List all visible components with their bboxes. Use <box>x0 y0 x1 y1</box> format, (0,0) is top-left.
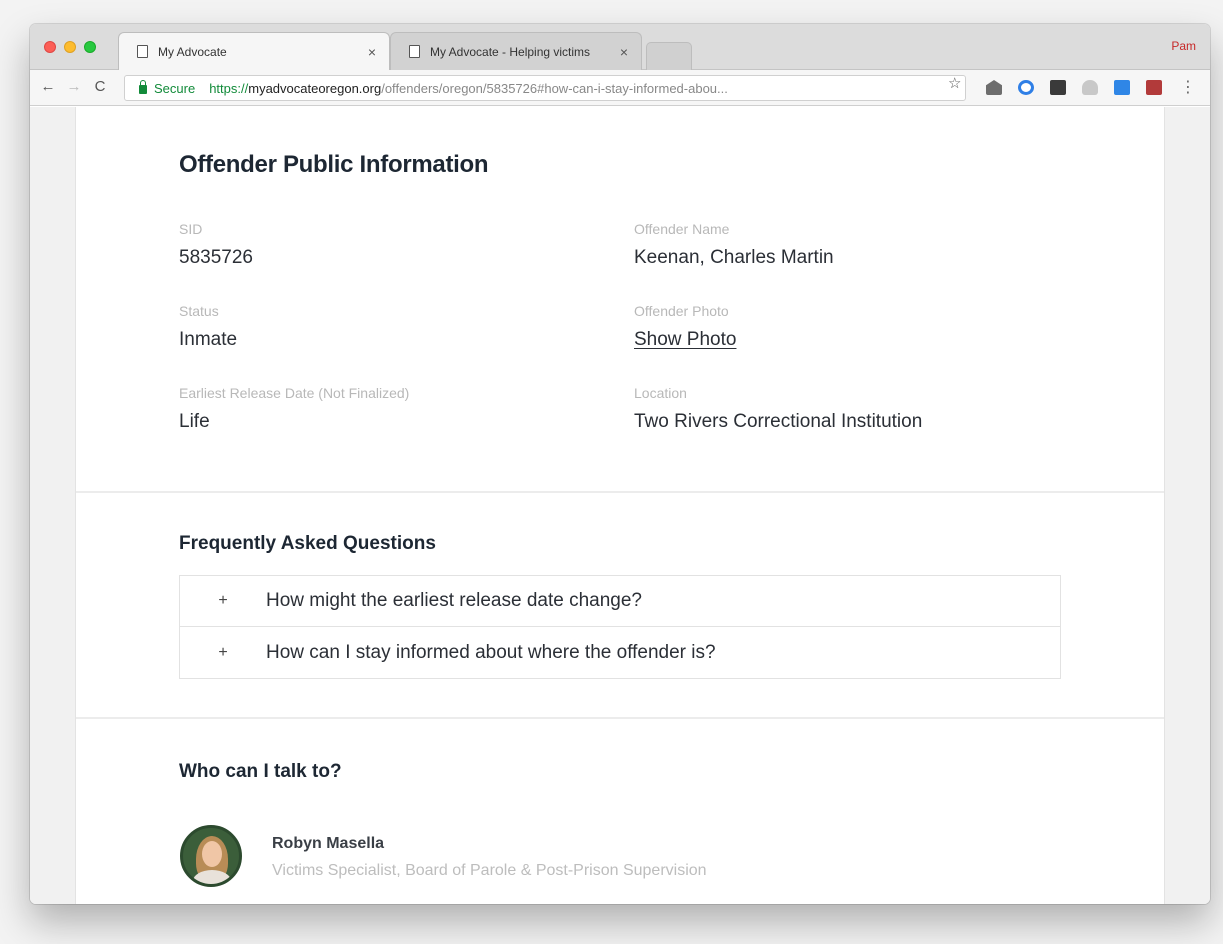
plus-icon: + <box>218 643 228 661</box>
tab-my-advocate[interactable]: My Advocate × <box>118 32 390 70</box>
lock-icon <box>139 79 147 94</box>
browser-window: My Advocate × My Advocate - Helping vict… <box>30 24 1210 904</box>
page-icon <box>137 45 148 58</box>
offender-photo-label: Offender Photo <box>634 303 729 319</box>
page-viewport: Offender Public Information SID 5835726 … <box>30 107 1210 904</box>
close-window-button[interactable] <box>44 41 56 53</box>
content-card: Offender Public Information SID 5835726 … <box>75 107 1165 904</box>
faq-item-release-date[interactable]: + How might the earliest release date ch… <box>180 576 1060 627</box>
image-extension-icon[interactable] <box>1146 80 1162 95</box>
faq-title: Frequently Asked Questions <box>179 533 436 554</box>
tab-title: My Advocate <box>158 44 227 59</box>
status-value: Inmate <box>179 329 238 350</box>
page-title: Offender Public Information <box>179 151 489 178</box>
offender-name-field: Offender Name Keenan, Charles Martin <box>634 221 834 269</box>
new-tab-button[interactable] <box>646 42 692 70</box>
tab-close-icon[interactable]: × <box>613 44 635 60</box>
sid-value: 5835726 <box>179 247 253 268</box>
mail-extension-icon[interactable] <box>986 80 1002 95</box>
sid-field: SID 5835726 <box>179 221 253 269</box>
tab-close-icon[interactable]: × <box>361 44 383 60</box>
avatar <box>180 825 242 887</box>
status-field: Status Inmate <box>179 303 237 351</box>
release-date-field: Earliest Release Date (Not Finalized) Li… <box>179 385 409 433</box>
cast-extension-icon[interactable] <box>1114 80 1130 95</box>
tab-my-advocate-helping-victims[interactable]: My Advocate - Helping victims × <box>390 32 642 70</box>
bookmark-star-icon[interactable]: ☆ <box>948 74 961 92</box>
location-field: Location Two Rivers Correctional Institu… <box>634 385 922 433</box>
faq-section: Frequently Asked Questions + How might t… <box>76 493 1164 719</box>
browser-toolbar: ← → C Secure https:// myadvocateoregon.o… <box>30 70 1210 106</box>
browser-menu-icon[interactable]: ⋮ <box>1180 77 1196 97</box>
offender-photo-field: Offender Photo Show Photo <box>634 303 736 351</box>
sid-label: SID <box>179 221 203 237</box>
forward-arrow-icon[interactable]: → <box>64 78 84 95</box>
contact-name: Robyn Masella <box>272 835 385 852</box>
contact-role: Victims Specialist, Board of Parole & Po… <box>272 862 707 879</box>
profile-name: Pam <box>1171 39 1196 53</box>
faq-question: How can I stay informed about where the … <box>266 641 716 663</box>
plus-icon: + <box>218 592 228 609</box>
contact-section: Who can I talk to? Robyn Masella Victims… <box>76 719 1164 904</box>
tab-title: My Advocate - Helping victims <box>430 44 591 59</box>
location-label: Location <box>634 385 687 401</box>
secure-label: Secure <box>154 80 196 96</box>
faq-question: How might the earliest release date chan… <box>266 590 643 611</box>
offender-name-label: Offender Name <box>634 221 730 237</box>
reload-icon[interactable]: C <box>90 78 110 95</box>
circle-extension-icon[interactable] <box>1018 80 1034 95</box>
status-label: Status <box>179 303 219 319</box>
profile-button[interactable]: Pam <box>1171 39 1196 53</box>
show-photo-link[interactable]: Show Photo <box>634 329 736 350</box>
address-bar[interactable]: Secure https:// myadvocateoregon.org /of… <box>124 75 966 101</box>
cloud-extension-icon[interactable] <box>1082 80 1098 95</box>
faq-item-stay-informed[interactable]: + How can I stay informed about where th… <box>180 627 1060 678</box>
faq-list: + How might the earliest release date ch… <box>179 575 1061 679</box>
contact-title: Who can I talk to? <box>179 761 342 782</box>
url-host: myadvocateoregon.org <box>248 80 382 96</box>
card-extension-icon[interactable] <box>1050 80 1066 95</box>
page-icon <box>409 45 420 58</box>
maximize-window-button[interactable] <box>84 41 96 53</box>
url-path: /offenders/oregon/5835726#how-can-i-stay… <box>381 80 728 96</box>
url-scheme: https:// <box>209 80 249 96</box>
release-date-label: Earliest Release Date (Not Finalized) <box>179 385 410 401</box>
minimize-window-button[interactable] <box>64 41 76 53</box>
back-arrow-icon[interactable]: ← <box>38 78 58 95</box>
offender-info-section: Offender Public Information SID 5835726 … <box>76 107 1164 493</box>
location-value: Two Rivers Correctional Institution <box>634 411 923 432</box>
tab-strip: My Advocate × My Advocate - Helping vict… <box>30 24 1210 70</box>
offender-name-value: Keenan, Charles Martin <box>634 247 834 268</box>
release-date-value: Life <box>179 411 210 432</box>
